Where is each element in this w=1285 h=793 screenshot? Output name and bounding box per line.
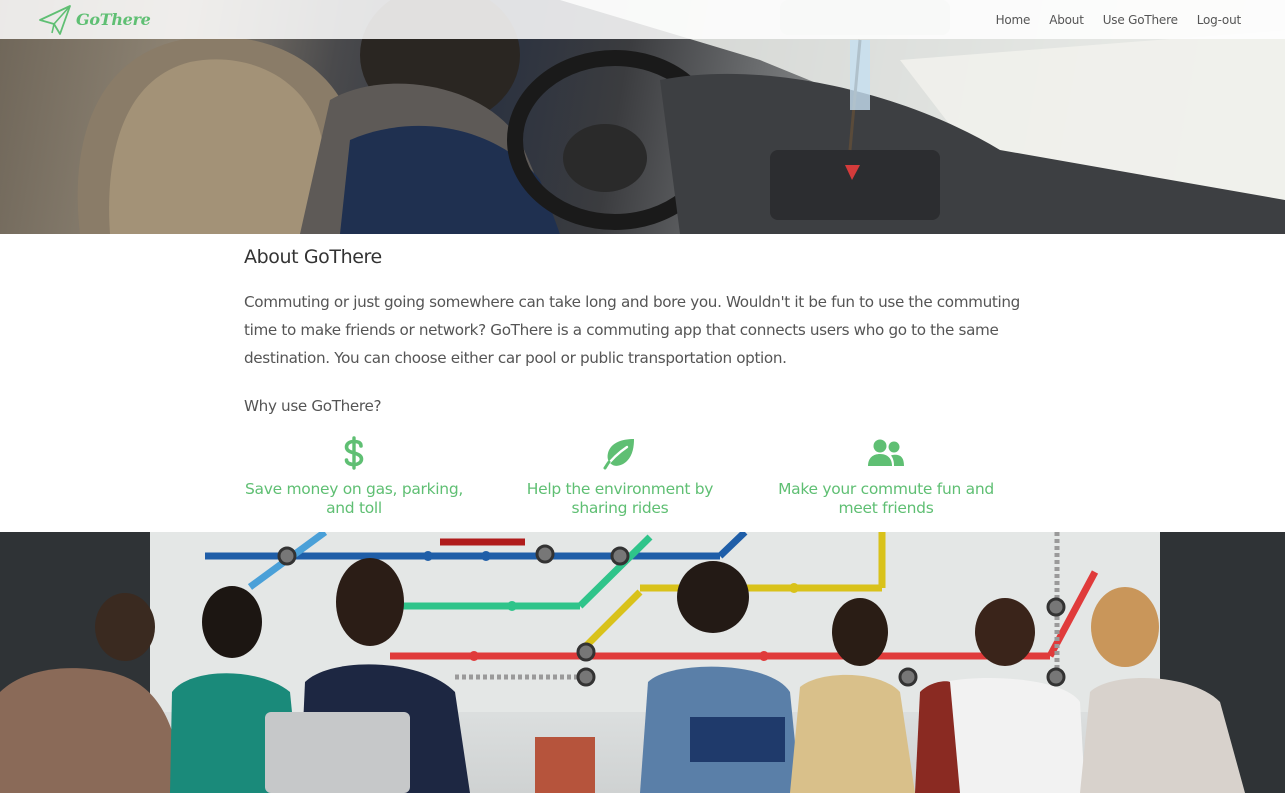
nav-link-home[interactable]: Home (996, 13, 1031, 27)
about-title: About GoThere (244, 246, 382, 268)
feature-text-meet-friends: Make your commute fun and meet friends (778, 480, 994, 517)
feature-environment: Help the environment by sharing rides (510, 436, 730, 518)
feature-text-save-money: Save money on gas, parking, and toll (245, 480, 463, 517)
navbar: GoThere Home About Use GoThere Log-out (0, 0, 1285, 39)
dollar-icon (344, 436, 364, 470)
about-paragraph: Commuting or just going somewhere can ta… (244, 293, 1020, 367)
feature-text-environment: Help the environment by sharing rides (526, 480, 714, 517)
leaf-icon (603, 439, 634, 470)
brand-logo[interactable]: GoThere (38, 3, 151, 37)
friends-subway-map-illustration (0, 532, 1285, 793)
about-section: About GoThere Commuting or just going so… (244, 246, 1044, 372)
why-heading: Why use GoThere? (244, 397, 382, 415)
feature-meet-friends: Make your commute fun and meet friends (776, 436, 996, 518)
brand-name: GoThere (76, 10, 151, 29)
users-icon (868, 439, 904, 466)
nav-links: Home About Use GoThere Log-out (996, 13, 1242, 27)
feature-save-money: Save money on gas, parking, and toll (244, 436, 464, 518)
nav-link-logout[interactable]: Log-out (1197, 13, 1241, 27)
nav-link-about[interactable]: About (1049, 13, 1084, 27)
nav-link-use-gothere[interactable]: Use GoThere (1103, 13, 1178, 27)
paper-plane-icon (39, 4, 71, 35)
bottom-image (0, 532, 1285, 793)
